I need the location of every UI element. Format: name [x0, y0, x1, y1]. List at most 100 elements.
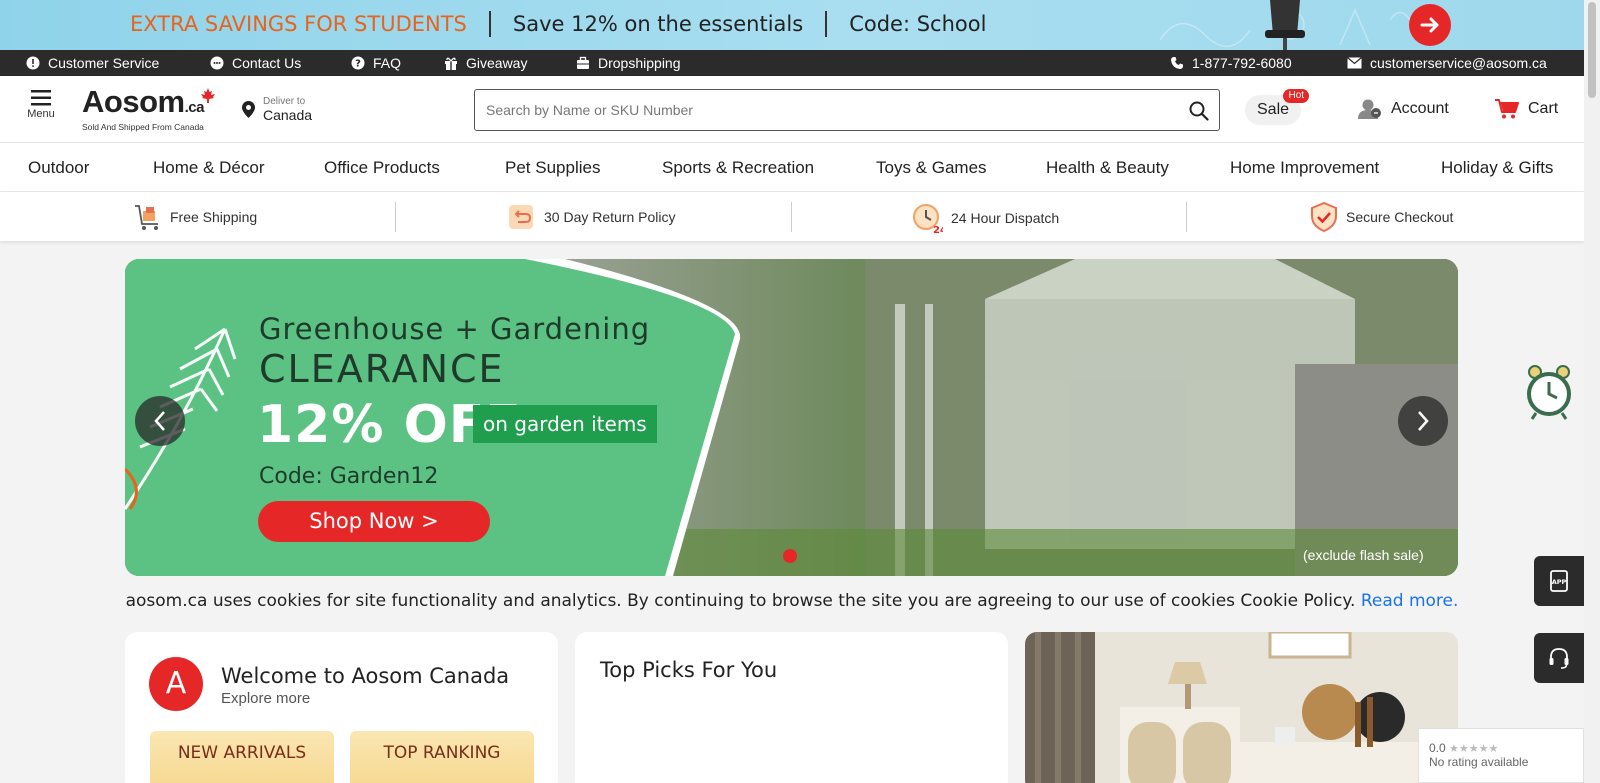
- shop-now-button[interactable]: Shop Now >: [258, 501, 490, 542]
- promo-headline: EXTRA SAVINGS FOR STUDENTS: [130, 12, 467, 36]
- carousel-indicator-active[interactable]: [783, 549, 797, 563]
- benefit-free-shipping: Free Shipping: [132, 202, 257, 232]
- question-icon: ?: [351, 56, 365, 70]
- benefit-secure-checkout: Secure Checkout: [1310, 202, 1453, 232]
- category-toys-games[interactable]: Toys & Games: [876, 158, 987, 178]
- aosom-logo[interactable]: Aosom.ca Sold And Shipped From Canada: [82, 86, 215, 132]
- customer-service-link[interactable]: Customer Service: [26, 55, 159, 71]
- contact-us-label: Contact Us: [232, 55, 302, 71]
- deliver-to-value: Canada: [263, 107, 313, 123]
- account-label: Account: [1391, 100, 1449, 117]
- sale-link[interactable]: Sale Hot: [1245, 89, 1310, 125]
- account-link[interactable]: Account: [1357, 98, 1449, 120]
- rating-stars: ★★★★★: [1449, 743, 1499, 755]
- welcome-title: Welcome to Aosom Canada: [221, 664, 510, 688]
- benefit-dispatch: 24 24 Hour Dispatch: [911, 202, 1059, 234]
- chevron-left-icon: [154, 411, 165, 431]
- cart-link[interactable]: Cart: [1494, 98, 1558, 120]
- category-health-beauty[interactable]: Health & Beauty: [1046, 158, 1169, 178]
- hero-code: Code: Garden12: [259, 464, 439, 489]
- site-header: Menu Aosom.ca Sold And Shipped From Cana…: [0, 76, 1584, 143]
- dropshipping-link[interactable]: Dropshipping: [576, 55, 681, 71]
- support-chat-button[interactable]: [1534, 633, 1584, 683]
- svg-text:?: ?: [355, 59, 361, 70]
- top-ranking-tile[interactable]: TOP RANKING: [350, 731, 534, 783]
- category-outdoor[interactable]: Outdoor: [28, 158, 89, 178]
- category-pet-supplies[interactable]: Pet Supplies: [505, 158, 600, 178]
- benefit-label: 30 Day Return Policy: [544, 209, 676, 225]
- email-address: customerservice@aosom.ca: [1370, 55, 1547, 71]
- deliver-to-label: Deliver to: [263, 96, 306, 107]
- cart-label: Cart: [1528, 100, 1559, 117]
- benefit-return-policy: 30 Day Return Policy: [506, 202, 676, 232]
- clock-24-icon: 24: [913, 204, 943, 234]
- benefit-label: Secure Checkout: [1346, 209, 1454, 225]
- dropshipping-label: Dropshipping: [598, 55, 681, 71]
- hamburger-icon: [31, 90, 51, 106]
- hot-badge: Hot: [1283, 89, 1310, 103]
- phone-icon: [1171, 57, 1183, 69]
- top-picks-card: Top Picks For You: [575, 632, 1008, 783]
- logo-tagline: Sold And Shipped From Canada: [82, 122, 204, 132]
- hero-note: (exclude flash sale): [1303, 547, 1424, 563]
- promo-divider: [825, 11, 828, 37]
- svg-text:24: 24: [933, 225, 943, 234]
- arrow-right-icon[interactable]: [1409, 4, 1451, 46]
- rating-text: No rating available: [1429, 755, 1529, 769]
- cookie-text: aosom.ca uses cookies for site functiona…: [125, 591, 1356, 611]
- chevron-right-icon: [1418, 411, 1429, 431]
- category-holiday-gifts[interactable]: Holiday & Gifts: [1441, 158, 1553, 178]
- category-office-products[interactable]: Office Products: [324, 158, 440, 178]
- benefits-bar: Free Shipping 30 Day Return Policy 24 24…: [0, 192, 1584, 241]
- cart-icon: [1495, 99, 1519, 119]
- carousel-prev-button[interactable]: [135, 396, 185, 446]
- carousel-next-button[interactable]: [1398, 396, 1448, 446]
- giveaway-link[interactable]: Giveaway: [444, 55, 527, 71]
- menu-button[interactable]: Menu: [26, 90, 56, 120]
- gift-icon: [445, 57, 457, 70]
- phone-number: 1-877-792-6080: [1192, 55, 1292, 71]
- hero-carousel[interactable]: Greenhouse + Gardening CLEARANCE 12% OFF…: [125, 259, 1458, 576]
- welcome-card: A Welcome to Aosom Canada Explore more N…: [125, 632, 558, 783]
- benefit-divider: [791, 202, 792, 232]
- chat-icon: [210, 56, 224, 70]
- search-input[interactable]: [475, 90, 1155, 130]
- explore-more-link[interactable]: Explore more: [221, 690, 310, 707]
- top-picks-title: Top Picks For You: [600, 658, 778, 682]
- office-chair-image: [1265, 0, 1305, 50]
- sale-label: Sale: [1257, 101, 1290, 118]
- phone-link[interactable]: 1-877-792-6080: [1170, 55, 1292, 71]
- promo-offer: Save 12% on the essentials: [512, 12, 804, 36]
- deliver-to-selector[interactable]: Deliver to Canada: [242, 96, 312, 123]
- app-download-button[interactable]: APP: [1534, 556, 1584, 606]
- email-link[interactable]: customerservice@aosom.ca: [1347, 55, 1547, 71]
- maple-leaf-icon: [201, 88, 215, 103]
- category-home-improvement[interactable]: Home Improvement: [1230, 158, 1379, 178]
- page-scrollbar[interactable]: [1584, 0, 1600, 783]
- search-icon[interactable]: [1189, 101, 1209, 121]
- headset-icon: [1549, 648, 1569, 669]
- alarm-clock-icon[interactable]: [1526, 363, 1572, 421]
- rating-widget[interactable]: 0.0 ★★★★★ No rating available: [1418, 728, 1584, 783]
- shield-check-icon: [1311, 202, 1337, 232]
- info-icon: [26, 56, 40, 70]
- faq-label: FAQ: [373, 55, 402, 71]
- hero-line-2: CLEARANCE: [259, 347, 505, 391]
- search-bar: [474, 89, 1220, 131]
- category-nav: Outdoor Home & Décor Office Products Pet…: [0, 143, 1584, 192]
- hero-tag: on garden items: [473, 405, 657, 443]
- cookie-notice: aosom.ca uses cookies for site functiona…: [0, 591, 1584, 611]
- category-home-decor[interactable]: Home & Décor: [153, 158, 264, 178]
- rating-score: 0.0: [1429, 741, 1446, 755]
- cookie-read-more-link[interactable]: Read more.: [1361, 591, 1459, 611]
- benefit-divider: [1186, 202, 1187, 232]
- shipping-cart-icon: [135, 205, 158, 230]
- furniture-promo-card[interactable]: [1025, 632, 1458, 783]
- svg-text:APP: APP: [1552, 578, 1567, 586]
- contact-us-link[interactable]: Contact Us: [210, 55, 301, 71]
- promo-banner[interactable]: EXTRA SAVINGS FOR STUDENTS Save 12% on t…: [0, 0, 1584, 50]
- category-sports-recreation[interactable]: Sports & Recreation: [662, 158, 814, 178]
- new-arrivals-tile[interactable]: NEW ARRIVALS: [150, 731, 334, 783]
- scrollbar-thumb[interactable]: [1588, 2, 1596, 98]
- faq-link[interactable]: ? FAQ: [351, 55, 401, 71]
